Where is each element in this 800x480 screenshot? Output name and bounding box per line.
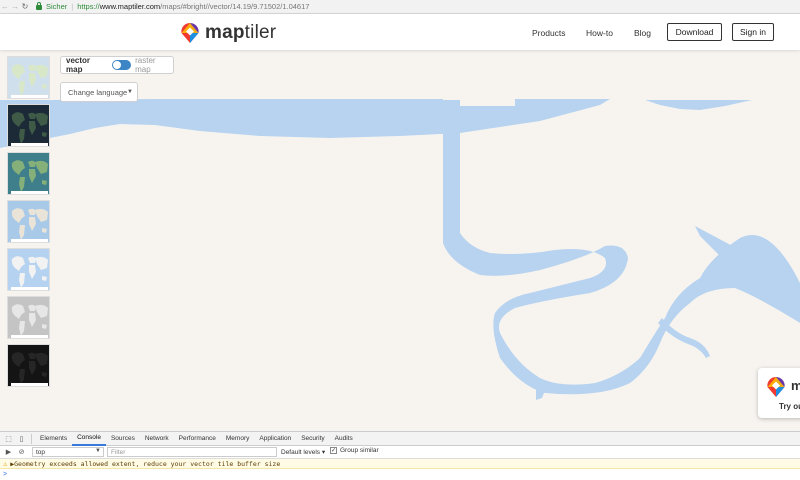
style-thumb-basic[interactable] <box>7 200 50 243</box>
caret-down-icon: ▼ <box>95 448 101 454</box>
secure-label: Sicher <box>46 2 68 11</box>
sidebar-toggle-icon[interactable]: ▶ <box>2 446 15 459</box>
antarctica <box>11 191 48 194</box>
style-thumb-bright[interactable] <box>7 248 50 291</box>
devtools-tab-audits[interactable]: Audits <box>330 432 358 446</box>
change-language-label: Change language <box>68 87 128 97</box>
promo-widget[interactable]: m Try ou <box>758 368 800 418</box>
nav-how-to[interactable]: How-to <box>586 28 613 38</box>
devtools-tab-elements[interactable]: Elements <box>35 432 72 446</box>
promo-brand: m <box>791 378 800 393</box>
divider <box>31 433 32 444</box>
warning-message: ▶Geometry exceeds allowed extent, reduce… <box>10 459 281 468</box>
reload-icon[interactable]: ↻ <box>20 2 30 11</box>
maptiler-logo-icon <box>181 22 199 43</box>
world-map-preview <box>8 345 49 386</box>
devtools-tab-memory[interactable]: Memory <box>221 432 254 446</box>
devtools-tab-security[interactable]: Security <box>296 432 329 446</box>
antarctica <box>11 95 48 98</box>
devtools-tabbar: ⬚ ▯ Elements Console Sources Network Per… <box>0 432 800 446</box>
sign-in-button[interactable]: Sign in <box>732 23 774 41</box>
style-thumb-topo[interactable] <box>7 152 50 195</box>
checkbox-checked-icon[interactable]: ✓ <box>330 447 337 454</box>
style-thumb-gray[interactable] <box>7 296 50 339</box>
world-map-preview <box>8 297 49 338</box>
console-filter-input[interactable]: Filter <box>107 447 277 457</box>
map-type-toggle[interactable]: vector map raster map <box>60 56 174 74</box>
console-toolbar: ▶ ⊘ top ▼ Filter Default levels ▾ ✓ Grou… <box>0 446 800 459</box>
map-water-layer <box>0 50 800 400</box>
site-header: maptiler Products How-to Blog Download S… <box>0 14 800 50</box>
warning-icon: ⚠ <box>3 459 8 468</box>
prompt-caret: > <box>3 470 8 478</box>
group-similar-label: Group similar <box>340 447 379 454</box>
antarctica <box>11 383 48 386</box>
maptiler-logo-icon <box>767 376 785 397</box>
url-scheme: https:// <box>77 2 100 11</box>
devtools-tab-application[interactable]: Application <box>254 432 296 446</box>
antarctica <box>11 287 48 290</box>
back-icon[interactable]: ← <box>0 2 10 11</box>
context-select[interactable]: top ▼ <box>32 447 104 457</box>
clear-console-icon[interactable]: ⊘ <box>15 446 28 459</box>
logo-text: maptiler <box>205 22 277 43</box>
download-button[interactable]: Download <box>667 23 722 41</box>
nav-blog[interactable]: Blog <box>634 28 651 38</box>
inspect-element-icon[interactable]: ⬚ <box>2 432 15 445</box>
url-path: /maps/#bright//vector/14.19/9.71502/1.04… <box>160 2 310 11</box>
vector-map-label[interactable]: vector map <box>66 56 108 74</box>
world-map-preview <box>8 153 49 194</box>
map-canvas[interactable]: vector map raster map Change language ▼ … <box>0 50 800 431</box>
world-map-preview <box>8 249 49 290</box>
world-map-preview <box>8 201 49 242</box>
group-similar-checkbox[interactable]: ✓ Group similar <box>330 447 379 454</box>
console-prompt[interactable]: > <box>0 469 800 479</box>
device-toolbar-icon[interactable]: ▯ <box>15 432 28 445</box>
devtools-panel: ⬚ ▯ Elements Console Sources Network Per… <box>0 431 800 480</box>
switch-knob <box>113 61 122 69</box>
url-host: www.maptiler.com <box>99 2 161 11</box>
style-thumb-darkmatter[interactable] <box>7 344 50 387</box>
raster-map-label[interactable]: raster map <box>135 56 173 74</box>
antarctica <box>11 335 48 338</box>
nav-products[interactable]: Products <box>532 28 566 38</box>
style-thumb-streets[interactable] <box>7 56 50 99</box>
change-language-select[interactable]: Change language ▼ <box>60 82 138 102</box>
style-thumbnails <box>7 56 51 392</box>
style-thumb-dark[interactable] <box>7 104 50 147</box>
world-map-preview <box>8 57 49 98</box>
promo-try-text: Try ou <box>779 402 800 411</box>
antarctica <box>11 143 48 146</box>
antarctica <box>11 239 48 242</box>
log-levels-select[interactable]: Default levels ▾ <box>281 448 325 456</box>
lock-icon <box>36 2 42 10</box>
console-warning-row[interactable]: ⚠ ▶Geometry exceeds allowed extent, redu… <box>0 459 800 469</box>
url-field[interactable]: https://www.maptiler.com/maps/#bright//v… <box>77 2 309 11</box>
devtools-tab-sources[interactable]: Sources <box>106 432 140 446</box>
devtools-tab-network[interactable]: Network <box>140 432 174 446</box>
caret-down-icon: ▼ <box>127 89 133 95</box>
map-type-switch[interactable] <box>112 60 132 70</box>
world-map-preview <box>8 105 49 146</box>
devtools-tab-console[interactable]: Console <box>72 432 106 446</box>
forward-icon[interactable]: → <box>10 2 20 11</box>
devtools-tab-performance[interactable]: Performance <box>174 432 221 446</box>
browser-address-bar: ← → ↻ Sicher | https://www.maptiler.com/… <box>0 0 800 14</box>
url-separator: | <box>71 2 74 11</box>
context-value: top <box>36 448 46 456</box>
maptiler-logo[interactable]: maptiler <box>180 22 276 44</box>
